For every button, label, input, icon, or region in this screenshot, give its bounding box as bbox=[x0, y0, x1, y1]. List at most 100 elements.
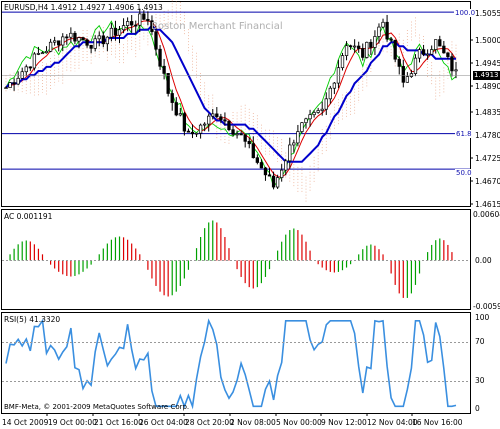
copyright-text: BMF-Meta, © 2001-2009 MetaQuotes Softwar… bbox=[4, 403, 190, 411]
candle-body bbox=[304, 118, 308, 124]
candle-body bbox=[446, 52, 450, 57]
candle-body bbox=[288, 144, 292, 162]
candle-body bbox=[405, 76, 410, 83]
candle-body bbox=[219, 116, 223, 121]
candle-body bbox=[105, 36, 110, 45]
candle-body bbox=[16, 77, 20, 85]
candle-body bbox=[421, 49, 426, 55]
candle-body bbox=[243, 134, 247, 142]
rsi-tick: 0 bbox=[475, 404, 480, 413]
metatrader-chart-window: EURUSD,H4 1.4912 1.4927 1.4906 1.4913 Bo… bbox=[0, 0, 500, 429]
candle-body bbox=[134, 24, 138, 27]
candle-body bbox=[328, 87, 332, 100]
candle-body bbox=[28, 66, 32, 69]
price-tick: 1.4890 bbox=[475, 82, 500, 91]
candle-body bbox=[231, 129, 235, 135]
candle-body bbox=[316, 110, 320, 113]
candle-body bbox=[36, 53, 41, 55]
candle-body bbox=[61, 36, 65, 46]
candle-body bbox=[365, 41, 369, 58]
candle-body bbox=[194, 132, 199, 135]
candle-body bbox=[438, 39, 442, 47]
candle-body bbox=[369, 41, 373, 48]
time-tick: 21 Oct 16:00 bbox=[94, 418, 143, 427]
candle-body bbox=[296, 131, 300, 144]
price-tick: 1.4615 bbox=[475, 200, 500, 209]
candle-body bbox=[93, 38, 97, 49]
fib-label-100: 100.0 bbox=[454, 9, 477, 17]
candle-body bbox=[357, 45, 361, 49]
price-tick: 1.4725 bbox=[475, 154, 500, 163]
candle-body bbox=[121, 25, 126, 31]
candle-body bbox=[174, 102, 178, 116]
candle-body bbox=[12, 82, 16, 85]
candle-body bbox=[125, 21, 130, 26]
time-tick: 26 Oct 04:00 bbox=[139, 418, 188, 427]
symbol-header: EURUSD,H4 1.4912 1.4927 1.4906 1.4913 bbox=[4, 3, 163, 12]
candle-body bbox=[57, 40, 61, 46]
rsi-tick: 70 bbox=[475, 337, 485, 346]
time-tick: 28 Oct 20:00 bbox=[185, 418, 234, 427]
candle-body bbox=[73, 32, 77, 42]
candle-body bbox=[255, 157, 260, 163]
candle-body bbox=[182, 113, 187, 132]
price-tick: 1.4670 bbox=[475, 177, 500, 186]
candle-body bbox=[101, 35, 105, 45]
ac-tick: -0.00599 bbox=[473, 302, 500, 311]
candle-body bbox=[32, 53, 37, 69]
candle-body bbox=[373, 36, 377, 48]
candle-body bbox=[223, 119, 227, 122]
candle-body bbox=[162, 65, 166, 74]
candle-body bbox=[117, 29, 122, 36]
ac-tick: 0.00 bbox=[475, 256, 492, 265]
candle-body bbox=[52, 40, 57, 43]
candle-body bbox=[198, 124, 203, 134]
candle-body bbox=[344, 45, 349, 56]
candle-body bbox=[263, 167, 268, 176]
candle-body bbox=[320, 108, 324, 111]
ac-header: AC 0.001191 bbox=[4, 212, 53, 221]
candle-body bbox=[389, 38, 393, 41]
candle-body bbox=[271, 175, 276, 188]
candle-body bbox=[324, 98, 328, 110]
candle-body bbox=[138, 13, 142, 26]
candle-body bbox=[450, 56, 454, 72]
candle-body bbox=[292, 142, 296, 146]
candle-body bbox=[97, 35, 101, 40]
rsi-header: RSI(5) 41.3320 bbox=[4, 315, 61, 324]
candle-body bbox=[170, 93, 174, 103]
candle-body bbox=[259, 162, 264, 169]
candle-body bbox=[178, 113, 182, 116]
candle-body bbox=[275, 177, 280, 188]
candle-body bbox=[385, 21, 389, 40]
candle-body bbox=[4, 87, 8, 89]
candle-body bbox=[280, 169, 284, 178]
candle-body bbox=[397, 58, 401, 67]
candle-body bbox=[8, 82, 12, 88]
candle-body bbox=[247, 140, 251, 145]
ac-tick: 0.006046 bbox=[473, 210, 500, 219]
candle-body bbox=[308, 114, 312, 120]
candle-body bbox=[239, 133, 243, 136]
fib-label-61-8: 61.8 bbox=[455, 130, 473, 138]
candle-body bbox=[312, 112, 316, 116]
candle-body bbox=[186, 130, 191, 133]
candle-body bbox=[190, 131, 195, 135]
time-tick: 9 Nov 12:00 bbox=[321, 418, 367, 427]
candle-body bbox=[251, 143, 255, 159]
time-tick: 2 Nov 08:00 bbox=[230, 418, 276, 427]
price-tick: 1.4780 bbox=[475, 131, 500, 140]
chart-canvas[interactable] bbox=[0, 0, 500, 429]
candle-body bbox=[40, 52, 45, 55]
candle-body bbox=[352, 45, 357, 48]
current-price-marker: 1.4913 bbox=[473, 71, 500, 80]
candle-body bbox=[348, 45, 353, 48]
candle-body bbox=[393, 39, 397, 60]
candle-body bbox=[442, 45, 446, 54]
candle-body bbox=[69, 32, 73, 38]
candle-body bbox=[425, 53, 430, 56]
candle-body bbox=[158, 48, 162, 67]
candle-body bbox=[227, 120, 231, 131]
candle-body bbox=[454, 69, 458, 72]
candle-body bbox=[109, 27, 114, 38]
